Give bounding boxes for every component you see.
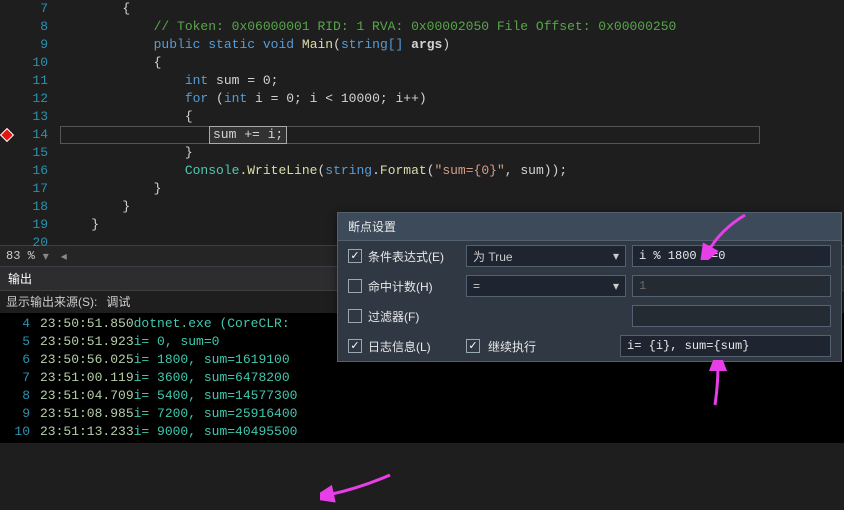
- log-checkbox[interactable]: [348, 339, 362, 353]
- filter-input[interactable]: [632, 305, 831, 327]
- filter-checkbox[interactable]: [348, 309, 362, 323]
- chevron-down-icon: ▾: [613, 279, 619, 293]
- line-number: 12: [0, 90, 60, 108]
- line-number: 9: [0, 36, 60, 54]
- line-number: 15: [0, 144, 60, 162]
- code-editor[interactable]: 7 { 8 // Token: 0x06000001 RID: 1 RVA: 0…: [0, 0, 844, 245]
- line-number: 19: [0, 216, 60, 234]
- breakpoint-marker[interactable]: [0, 126, 14, 144]
- output-source-label: 显示输出来源(S):: [6, 291, 97, 313]
- line-number: 7: [0, 0, 60, 18]
- line-number: 11: [0, 72, 60, 90]
- breakpoint-diamond-icon: [0, 128, 14, 142]
- continue-label: 继续执行: [488, 338, 536, 355]
- annotation-arrow-bottom: [320, 470, 400, 510]
- breakpoint-settings-title: 断点设置: [338, 213, 841, 241]
- breakpoint-settings-popup: 断点设置 条件表达式(E) 为 True▾ 命中计数(H) =▾ 过滤器(F) …: [337, 212, 842, 362]
- output-line: 1023:51:13.233 i= 9000, sum=40495500: [0, 423, 844, 441]
- line-number: 10: [0, 54, 60, 72]
- line-number: 16: [0, 162, 60, 180]
- chevron-down-icon: ▾: [613, 249, 619, 263]
- log-label: 日志信息(L): [368, 338, 460, 355]
- hitcount-label: 命中计数(H): [368, 278, 460, 295]
- line-number: 13: [0, 108, 60, 126]
- line-number: 8: [0, 18, 60, 36]
- line-number: 20: [0, 234, 60, 252]
- output-line: 923:51:08.985 i= 7200, sum=25916400: [0, 405, 844, 423]
- log-message-input[interactable]: [620, 335, 831, 357]
- line-number: 17: [0, 180, 60, 198]
- hitcount-checkbox[interactable]: [348, 279, 362, 293]
- condition-expression-input[interactable]: [632, 245, 831, 267]
- output-line: 723:51:00.119 i= 3600, sum=6478200: [0, 369, 844, 387]
- condition-label: 条件表达式(E): [368, 248, 460, 265]
- filter-label: 过滤器(F): [368, 308, 460, 325]
- condition-checkbox[interactable]: [348, 249, 362, 263]
- output-line: 823:51:04.709 i= 5400, sum=14577300: [0, 387, 844, 405]
- hitcount-type-select[interactable]: =▾: [466, 275, 626, 297]
- hitcount-value-input[interactable]: [632, 275, 831, 297]
- output-source-select[interactable]: 调试: [105, 290, 131, 314]
- line-number: 18: [0, 198, 60, 216]
- continue-checkbox[interactable]: [466, 339, 480, 353]
- condition-type-select[interactable]: 为 True▾: [466, 245, 626, 267]
